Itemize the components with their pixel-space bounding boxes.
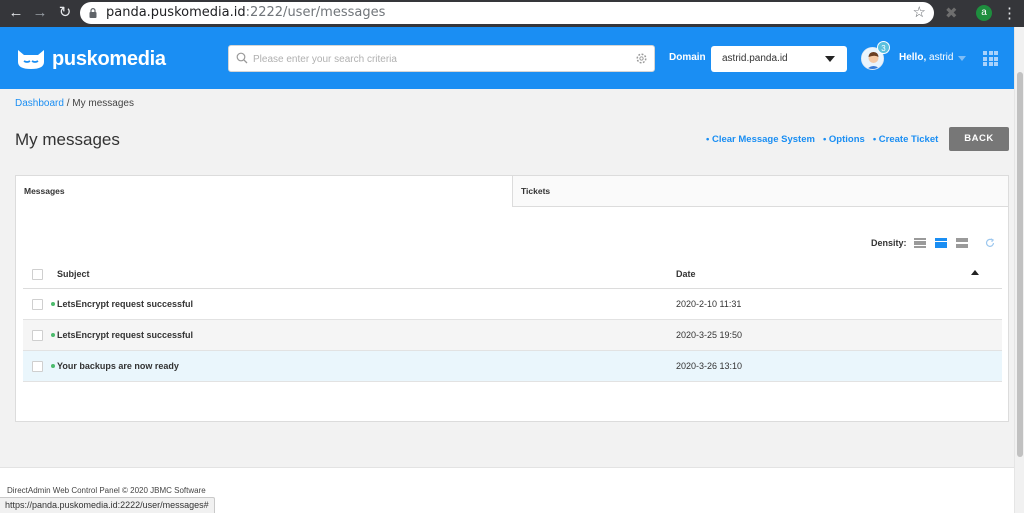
domain-select-value: astrid.panda.id <box>722 53 788 64</box>
back-arrow-icon[interactable]: ← <box>6 3 26 23</box>
row-checkbox[interactable] <box>32 361 43 372</box>
status-bar-url: https://panda.puskomedia.id:2222/user/me… <box>0 497 215 513</box>
tab-bar: Messages Tickets <box>16 176 1008 207</box>
density-compact-icon[interactable] <box>913 238 926 248</box>
message-subject[interactable]: LetsEncrypt request successful <box>57 299 193 309</box>
breadcrumb-current: My messages <box>72 98 134 109</box>
density-control: Density: <box>871 238 995 248</box>
browser-toolbar: ← → ↻ panda.puskomedia.id:2222/user/mess… <box>0 0 1024 27</box>
message-subject[interactable]: Your backups are now ready <box>57 361 179 371</box>
clear-message-system-link[interactable]: • Clear Message System <box>706 134 815 145</box>
address-bar[interactable]: panda.puskomedia.id:2222/user/messages ☆ <box>80 2 934 24</box>
sort-ascending-icon[interactable] <box>971 270 979 275</box>
extension-icon[interactable]: ✖ <box>945 4 958 22</box>
search-input[interactable] <box>253 50 633 68</box>
search-icon <box>236 52 248 64</box>
app-header: puskomedia Domain astrid.panda.id 3 Hell… <box>0 27 1014 89</box>
tab-tickets[interactable]: Tickets <box>513 176 1008 207</box>
row-checkbox[interactable] <box>32 330 43 341</box>
row-checkbox[interactable] <box>32 299 43 310</box>
message-subject[interactable]: LetsEncrypt request successful <box>57 330 193 340</box>
domain-label: Domain <box>669 52 706 63</box>
density-normal-icon[interactable] <box>934 238 947 248</box>
brand-logo[interactable]: puskomedia <box>16 47 166 71</box>
profile-avatar[interactable]: a <box>976 5 992 21</box>
unread-dot-icon <box>51 302 55 306</box>
message-date: 2020-3-26 13:10 <box>676 361 743 371</box>
density-comfortable-icon[interactable] <box>955 238 968 248</box>
messages-panel: Messages Tickets Density: Subject Date L… <box>15 175 1009 422</box>
user-greeting[interactable]: Hello, astrid <box>899 52 953 63</box>
user-menu-caret-icon[interactable] <box>958 56 966 61</box>
select-all-checkbox[interactable] <box>32 269 43 280</box>
message-date: 2020-3-25 19:50 <box>676 330 743 340</box>
brand-name: puskomedia <box>52 47 166 70</box>
tab-messages[interactable]: Messages <box>16 176 513 207</box>
gear-icon[interactable] <box>635 52 648 65</box>
breadcrumb-separator: / <box>63 98 73 109</box>
message-date: 2020-2-10 11:31 <box>676 299 742 309</box>
unread-dot-icon <box>51 333 55 337</box>
lock-icon <box>89 8 97 18</box>
browser-menu-icon[interactable]: ⋮ <box>1002 4 1017 22</box>
footer-copyright: DirectAdmin Web Control Panel © 2020 JBM… <box>7 486 206 495</box>
address-url: panda.puskomedia.id:2222/user/messages <box>106 5 386 20</box>
chevron-down-icon <box>825 56 835 62</box>
table-header: Subject Date <box>23 261 1002 289</box>
page-actions: • Clear Message System • Options • Creat… <box>706 134 938 145</box>
page-title: My messages <box>15 130 120 149</box>
apps-grid-icon[interactable] <box>983 51 998 66</box>
bookmark-star-icon[interactable]: ☆ <box>913 3 926 21</box>
notification-badge[interactable]: 3 <box>877 41 890 54</box>
back-button[interactable]: BACK <box>949 127 1009 151</box>
refresh-icon[interactable] <box>985 238 995 248</box>
table-row[interactable]: Your backups are now ready 2020-3-26 13:… <box>23 351 1002 382</box>
reload-icon[interactable]: ↻ <box>55 3 75 23</box>
column-date[interactable]: Date <box>676 269 696 279</box>
cat-logo-icon <box>18 50 44 69</box>
options-link[interactable]: • Options <box>823 134 865 145</box>
breadcrumb: Dashboard / My messages <box>15 98 134 109</box>
scrollbar-thumb[interactable] <box>1017 72 1023 457</box>
search-box[interactable] <box>228 45 655 72</box>
column-subject[interactable]: Subject <box>57 269 90 279</box>
table-row[interactable]: LetsEncrypt request successful 2020-2-10… <box>23 289 1002 320</box>
density-label: Density: <box>871 238 907 248</box>
domain-select[interactable]: astrid.panda.id <box>711 46 847 72</box>
unread-dot-icon <box>51 364 55 368</box>
forward-arrow-icon[interactable]: → <box>30 3 50 23</box>
create-ticket-link[interactable]: • Create Ticket <box>873 134 938 145</box>
table-row[interactable]: LetsEncrypt request successful 2020-3-25… <box>23 320 1002 351</box>
breadcrumb-dashboard-link[interactable]: Dashboard <box>15 98 64 109</box>
page-scrollbar[interactable] <box>1014 27 1024 513</box>
